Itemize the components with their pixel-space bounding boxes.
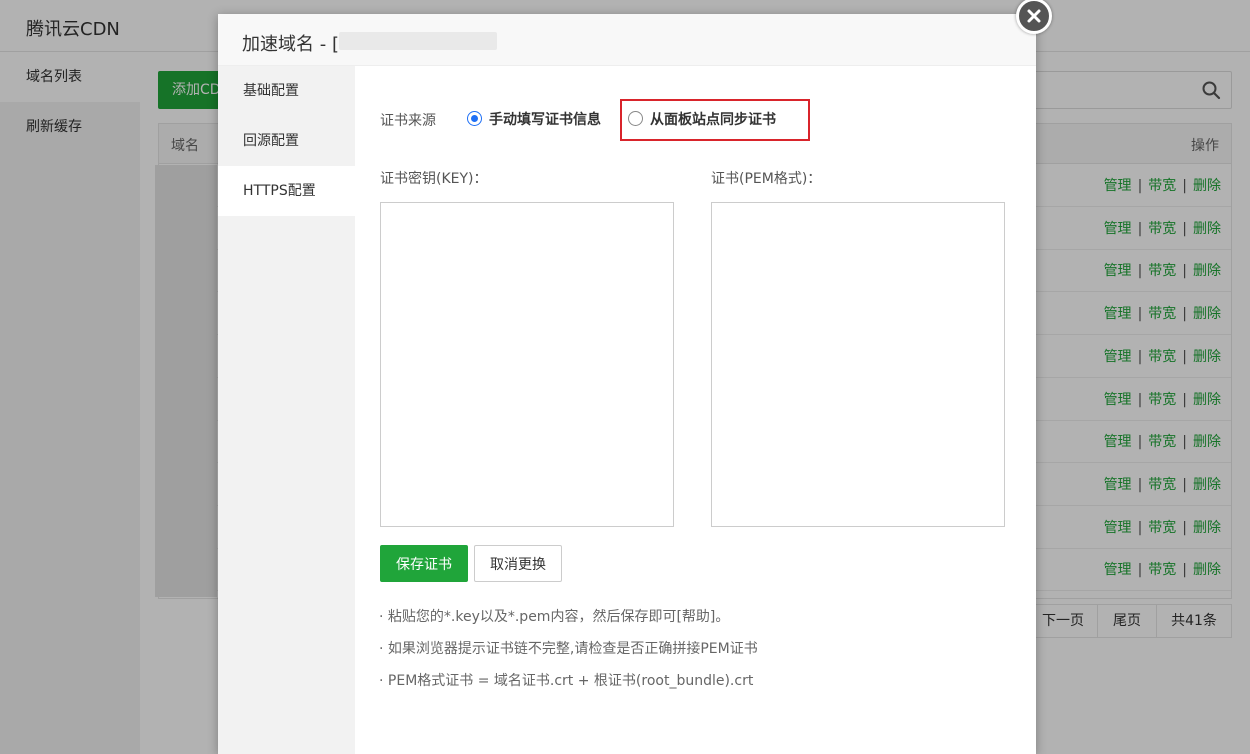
- tab-https-config[interactable]: HTTPS配置: [218, 166, 355, 216]
- key-field-label: 证书密钥(KEY)：: [380, 171, 488, 187]
- save-cert-button[interactable]: 保存证书: [380, 545, 468, 582]
- pem-field-label: 证书(PEM格式)：: [711, 171, 822, 187]
- tip-cert-chain: · 如果浏览器提示证书链不完整,请检查是否正确拼接PEM证书: [379, 641, 758, 657]
- radio-manual-cert[interactable]: [467, 111, 482, 126]
- tab-basic-config[interactable]: 基础配置: [218, 66, 355, 116]
- radio-sync-cert[interactable]: [628, 111, 643, 126]
- cert-source-label: 证书来源: [380, 113, 436, 129]
- cancel-replace-button[interactable]: 取消更换: [474, 545, 562, 582]
- pem-textarea[interactable]: [711, 202, 1005, 527]
- tip-paste-end: 。: [715, 609, 730, 625]
- add-domain-modal: 加速域名 - [ 基础配置 回源配置 HTTPS配置 证书来源 手动填写证书信息…: [218, 0, 1052, 754]
- tip-paste-text: · 粘贴您的*.key以及*.pem内容，然后保存即可: [379, 609, 677, 625]
- close-icon: [1027, 9, 1041, 23]
- tip-pem-format: · PEM格式证书 = 域名证书.crt + 根证书(root_bundle).…: [379, 673, 754, 689]
- tip-paste: · 粘贴您的*.key以及*.pem内容，然后保存即可[帮助]。: [379, 606, 729, 626]
- radio-sync-cert-label[interactable]: 从面板站点同步证书: [650, 109, 776, 129]
- modal-nav: 基础配置 回源配置 HTTPS配置: [218, 66, 355, 754]
- modal-title: 加速域名 - [: [242, 34, 339, 55]
- radio-manual-cert-label[interactable]: 手动填写证书信息: [489, 109, 601, 129]
- modal-header: 加速域名 - [: [218, 14, 1036, 66]
- help-link[interactable]: [帮助]: [676, 609, 715, 625]
- https-config-panel: 证书来源 手动填写证书信息 从面板站点同步证书 证书密钥(KEY)： 证书(PE…: [355, 66, 1036, 754]
- key-textarea[interactable]: [380, 202, 674, 527]
- redacted-domain: [339, 32, 497, 50]
- tab-origin-config[interactable]: 回源配置: [218, 116, 355, 166]
